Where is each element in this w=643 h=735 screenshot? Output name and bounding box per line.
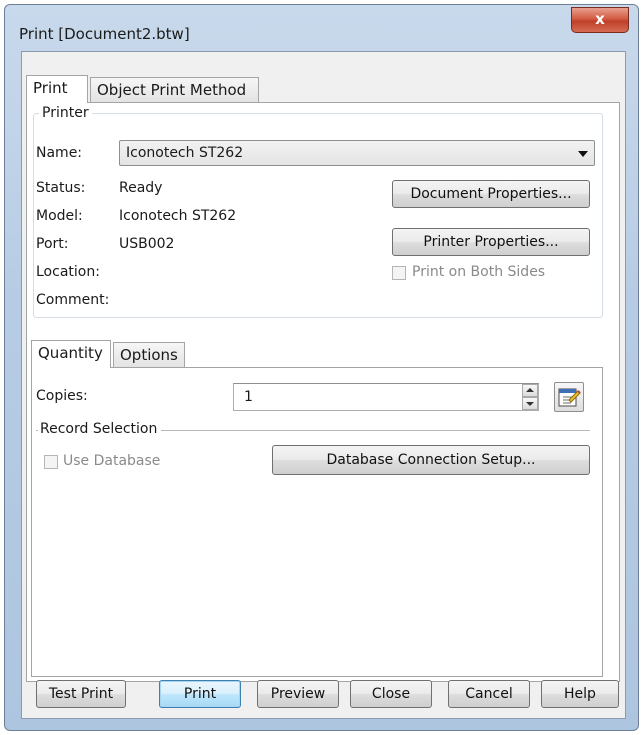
quantity-tab-panel: Copies: 1 Record Selection Use Database … — [31, 367, 603, 677]
tab-object-print-method[interactable]: Object Print Method — [90, 77, 259, 103]
port-label: Port: — [36, 236, 69, 252]
copies-spinner-icon[interactable] — [522, 384, 538, 410]
test-print-button[interactable]: Test Print — [36, 680, 126, 708]
close-button[interactable]: Close — [350, 680, 432, 708]
location-label: Location: — [36, 264, 100, 280]
printer-name-label: Name: — [36, 145, 83, 161]
use-database-checkbox[interactable] — [44, 455, 58, 469]
status-value: Ready — [119, 180, 163, 196]
tab-options-label: Options — [120, 346, 178, 364]
print-both-sides-checkbox[interactable] — [392, 266, 406, 280]
window-title: Print [Document2.btw] — [19, 25, 190, 43]
tab-object-print-method-label: Object Print Method — [97, 81, 247, 99]
copies-input[interactable]: 1 — [233, 383, 539, 411]
model-value: Iconotech ST262 — [119, 208, 237, 224]
copies-label: Copies: — [36, 388, 88, 404]
dialog-client-area: Print Object Print Method Printer Name: … — [21, 51, 626, 719]
spin-down-icon[interactable] — [522, 397, 538, 410]
printer-group-label: Printer — [39, 105, 92, 121]
record-selection-label: Record Selection — [38, 421, 162, 437]
close-window-button[interactable]: x — [571, 7, 629, 33]
preview-button[interactable]: Preview — [257, 680, 339, 708]
print-tab-panel: Printer Name: Iconotech ST262 Status: Re… — [26, 102, 620, 682]
comment-label: Comment: — [36, 292, 110, 308]
printer-name-select[interactable]: Iconotech ST262 — [119, 140, 595, 166]
print-button[interactable]: Print — [159, 680, 241, 708]
tab-print[interactable]: Print — [26, 75, 88, 103]
copies-variable-button[interactable] — [554, 382, 584, 412]
cancel-button[interactable]: Cancel — [448, 680, 530, 708]
print-both-sides-label: Print on Both Sides — [412, 264, 546, 280]
port-value: USB002 — [119, 236, 175, 252]
document-properties-button[interactable]: Document Properties... — [392, 180, 590, 208]
tab-print-label: Print — [33, 79, 68, 97]
use-database-label: Use Database — [63, 453, 161, 469]
help-button[interactable]: Help — [541, 680, 619, 708]
spin-up-icon[interactable] — [522, 384, 538, 397]
printer-name-value: Iconotech ST262 — [126, 145, 244, 161]
chevron-down-icon — [578, 151, 588, 157]
model-label: Model: — [36, 208, 83, 224]
close-icon: x — [595, 10, 605, 28]
tab-quantity[interactable]: Quantity — [31, 340, 111, 368]
printer-properties-button[interactable]: Printer Properties... — [392, 228, 590, 256]
database-connection-setup-button[interactable]: Database Connection Setup... — [272, 445, 590, 475]
tab-options[interactable]: Options — [113, 342, 185, 368]
tab-quantity-label: Quantity — [38, 344, 103, 362]
title-bar[interactable]: Print [Document2.btw] x — [5, 5, 638, 51]
status-label: Status: — [36, 180, 86, 196]
print-dialog-window: Print [Document2.btw] x Print Object Pri… — [4, 4, 639, 731]
variable-edit-icon — [558, 388, 581, 407]
